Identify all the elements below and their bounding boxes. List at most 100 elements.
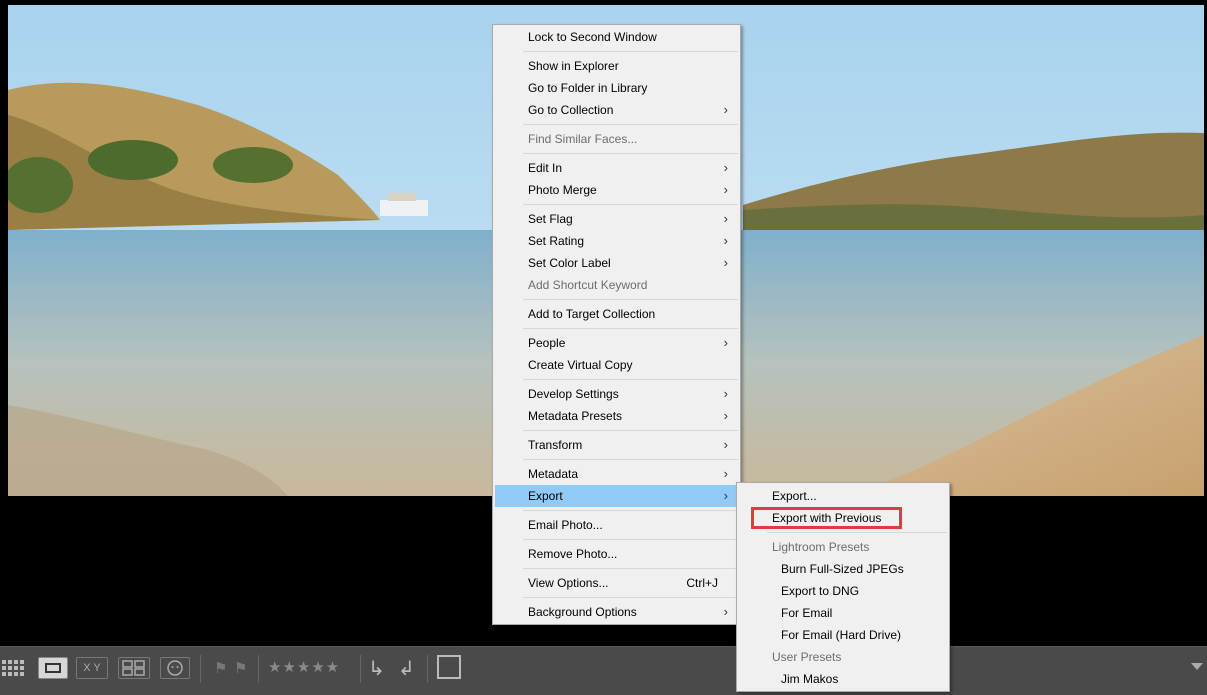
survey-view-icon[interactable] bbox=[118, 657, 150, 679]
submenu-arrow-icon: › bbox=[723, 466, 728, 481]
menu-item-label: Metadata Presets bbox=[528, 409, 623, 423]
submenu-item-for-email[interactable]: For Email bbox=[739, 602, 947, 624]
menu-item-transform[interactable]: Transform › bbox=[495, 434, 738, 456]
flag-icon[interactable]: ⚑ bbox=[214, 659, 227, 677]
submenu-arrow-icon: › bbox=[723, 335, 728, 350]
submenu-item-burn-full-sized-jpegs[interactable]: Burn Full-Sized JPEGs bbox=[739, 558, 947, 580]
menu-separator bbox=[523, 153, 738, 154]
people-view-icon[interactable] bbox=[160, 657, 190, 679]
submenu-item-export-to-dng[interactable]: Export to DNG bbox=[739, 580, 947, 602]
toolbar-separator bbox=[200, 655, 201, 683]
menu-item-view-options[interactable]: View Options... Ctrl+J bbox=[495, 572, 738, 594]
submenu-header-label: Lightroom Presets bbox=[772, 540, 870, 554]
submenu-header-lightroom-presets: Lightroom Presets bbox=[739, 536, 947, 558]
menu-separator bbox=[767, 532, 947, 533]
menu-item-label: Transform bbox=[528, 438, 583, 452]
submenu-arrow-icon: › bbox=[723, 233, 728, 248]
submenu-header-user-presets: User Presets bbox=[739, 646, 947, 668]
menu-item-label: Set Color Label bbox=[528, 256, 611, 270]
menu-item-label: Set Rating bbox=[528, 234, 585, 248]
menu-item-label: Go to Collection bbox=[528, 103, 614, 117]
menu-item-go-to-folder[interactable]: Go to Folder in Library bbox=[495, 77, 738, 99]
grid-view-icon[interactable] bbox=[0, 657, 28, 679]
menu-item-metadata-presets[interactable]: Metadata Presets › bbox=[495, 405, 738, 427]
compare-view-icon[interactable]: X Y bbox=[76, 657, 108, 679]
menu-item-go-to-collection[interactable]: Go to Collection › bbox=[495, 99, 738, 121]
menu-item-label: Metadata bbox=[528, 467, 579, 481]
menu-item-email-photo[interactable]: Email Photo... bbox=[495, 514, 738, 536]
menu-item-metadata[interactable]: Metadata › bbox=[495, 463, 738, 485]
menu-item-lock-to-second-window[interactable]: Lock to Second Window bbox=[495, 26, 738, 48]
menu-item-label: Set Flag bbox=[528, 212, 573, 226]
submenu-arrow-icon: › bbox=[723, 488, 728, 503]
menu-item-label: Add Shortcut Keyword bbox=[528, 278, 648, 292]
submenu-item-for-email-hard-drive[interactable]: For Email (Hard Drive) bbox=[739, 624, 947, 646]
menu-item-show-in-explorer[interactable]: Show in Explorer bbox=[495, 55, 738, 77]
submenu-item-jim-makos[interactable]: Jim Makos bbox=[739, 668, 947, 690]
menu-separator bbox=[523, 379, 738, 380]
submenu-header-label: User Presets bbox=[772, 650, 842, 664]
compare-view-label: X Y bbox=[83, 662, 101, 674]
menu-item-remove-photo[interactable]: Remove Photo... bbox=[495, 543, 738, 565]
rotate-right-icon[interactable]: ↲ bbox=[398, 656, 415, 681]
menu-separator bbox=[523, 510, 738, 511]
menu-item-set-flag[interactable]: Set Flag › bbox=[495, 208, 738, 230]
menu-item-label: Remove Photo... bbox=[528, 547, 618, 561]
menu-item-add-to-target-collection[interactable]: Add to Target Collection bbox=[495, 303, 738, 325]
bottom-toolbar: X Y ⚑ ⚑ ★★★★★ ↳ ↲ bbox=[0, 646, 1207, 695]
menu-item-people[interactable]: People › bbox=[495, 332, 738, 354]
menu-item-develop-settings[interactable]: Develop Settings › bbox=[495, 383, 738, 405]
menu-separator bbox=[523, 430, 738, 431]
menu-item-background-options[interactable]: Background Options › bbox=[495, 601, 738, 623]
crop-icon[interactable] bbox=[437, 655, 461, 679]
menu-item-label: Develop Settings bbox=[528, 387, 619, 401]
menu-item-create-virtual-copy[interactable]: Create Virtual Copy bbox=[495, 354, 738, 376]
menu-item-label: Go to Folder in Library bbox=[528, 81, 648, 95]
menu-item-set-rating[interactable]: Set Rating › bbox=[495, 230, 738, 252]
menu-item-label: Show in Explorer bbox=[528, 59, 619, 73]
submenu-arrow-icon: › bbox=[723, 160, 728, 175]
menu-item-export[interactable]: Export › bbox=[495, 485, 738, 507]
menu-item-edit-in[interactable]: Edit In › bbox=[495, 157, 738, 179]
menu-item-label: Export bbox=[528, 489, 563, 503]
menu-separator bbox=[523, 204, 738, 205]
reject-flag-icon[interactable]: ⚑ bbox=[234, 659, 247, 677]
menu-item-label: Background Options bbox=[528, 605, 637, 619]
submenu-item-label: Burn Full-Sized JPEGs bbox=[781, 562, 904, 576]
menu-separator bbox=[523, 124, 738, 125]
menu-item-label: View Options... bbox=[528, 576, 609, 590]
submenu-item-label: Export... bbox=[772, 489, 817, 503]
submenu-arrow-icon: › bbox=[723, 102, 728, 117]
submenu-arrow-icon: › bbox=[723, 386, 728, 401]
highlight-callout-box bbox=[751, 507, 902, 529]
submenu-item-label: For Email (Hard Drive) bbox=[781, 628, 902, 642]
menu-item-set-color-label[interactable]: Set Color Label › bbox=[495, 252, 738, 274]
submenu-item-label: For Email bbox=[781, 606, 833, 620]
submenu-arrow-icon: › bbox=[723, 255, 728, 270]
menu-separator bbox=[523, 459, 738, 460]
menu-separator bbox=[523, 328, 738, 329]
submenu-arrow-icon: › bbox=[723, 182, 728, 197]
loupe-view-icon[interactable] bbox=[38, 657, 68, 679]
menu-separator bbox=[523, 539, 738, 540]
menu-separator bbox=[523, 299, 738, 300]
rating-stars-icon[interactable]: ★★★★★ bbox=[268, 658, 340, 676]
toolbar-menu-arrow-icon[interactable] bbox=[1191, 663, 1203, 670]
menu-separator bbox=[523, 51, 738, 52]
submenu-arrow-icon: › bbox=[723, 211, 728, 226]
context-menu: Lock to Second Window Show in Explorer G… bbox=[492, 24, 741, 625]
menu-item-label: People bbox=[528, 336, 566, 350]
menu-item-photo-merge[interactable]: Photo Merge › bbox=[495, 179, 738, 201]
menu-item-label: Edit In bbox=[528, 161, 563, 175]
submenu-arrow-icon: › bbox=[723, 408, 728, 423]
toolbar-separator bbox=[427, 655, 428, 683]
rotate-left-icon[interactable]: ↳ bbox=[368, 656, 385, 681]
menu-item-label: Add to Target Collection bbox=[528, 307, 656, 321]
toolbar-separator bbox=[360, 655, 361, 683]
menu-item-find-similar-faces: Find Similar Faces... bbox=[495, 128, 738, 150]
submenu-item-export[interactable]: Export... bbox=[739, 485, 947, 507]
menu-separator bbox=[523, 568, 738, 569]
toolbar-separator bbox=[258, 655, 259, 683]
submenu-item-label: Export to DNG bbox=[781, 584, 860, 598]
menu-item-label: Photo Merge bbox=[528, 183, 597, 197]
